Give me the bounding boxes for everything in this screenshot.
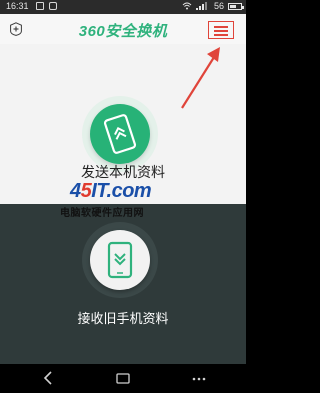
watermark-brand: 45IT.com <box>70 180 152 203</box>
watermark-brand-red: 5 <box>80 180 92 202</box>
notification-icon <box>36 2 44 10</box>
watermark-tagline: 电脑软硬件应用网 <box>60 208 144 219</box>
hamburger-menu-icon[interactable] <box>208 21 234 39</box>
battery-percent: 56 <box>213 1 224 11</box>
send-button[interactable] <box>90 104 150 164</box>
more-icon[interactable] <box>192 377 206 381</box>
receive-button[interactable] <box>90 230 150 290</box>
annotation-arrow-icon <box>181 47 220 109</box>
wifi-icon <box>182 2 192 10</box>
status-time: 16:31 <box>6 1 29 11</box>
receive-label[interactable]: 接收旧手机资料 <box>0 308 246 327</box>
receive-section[interactable]: 接收旧手机资料 <box>0 204 246 364</box>
menu-bar <box>214 34 228 36</box>
watermark-logo: 45IT.com 电脑软硬件应用网 <box>60 180 200 219</box>
menu-bar <box>214 26 228 28</box>
signal-icon <box>195 2 207 10</box>
notification-icon <box>49 2 57 10</box>
menu-bar <box>214 30 228 32</box>
phone-receive-icon <box>107 241 133 279</box>
navigation-bar <box>0 364 246 393</box>
send-label[interactable]: 发送本机资料 <box>0 162 246 182</box>
back-icon[interactable] <box>42 371 54 385</box>
status-bar: 16:31 56 <box>0 0 246 14</box>
home-icon[interactable] <box>116 373 130 384</box>
watermark-brand-rest: IT.com <box>91 180 152 202</box>
app-header: 360安全换机 <box>0 14 246 45</box>
phone-send-icon <box>103 114 137 154</box>
watermark-brand-prefix: 4 <box>70 180 81 202</box>
screen: 16:31 56 360安全换机 发送本机资料 接收旧手机资料 45IT.com… <box>0 0 246 393</box>
status-right: 56 <box>182 1 244 11</box>
battery-icon <box>228 2 244 10</box>
